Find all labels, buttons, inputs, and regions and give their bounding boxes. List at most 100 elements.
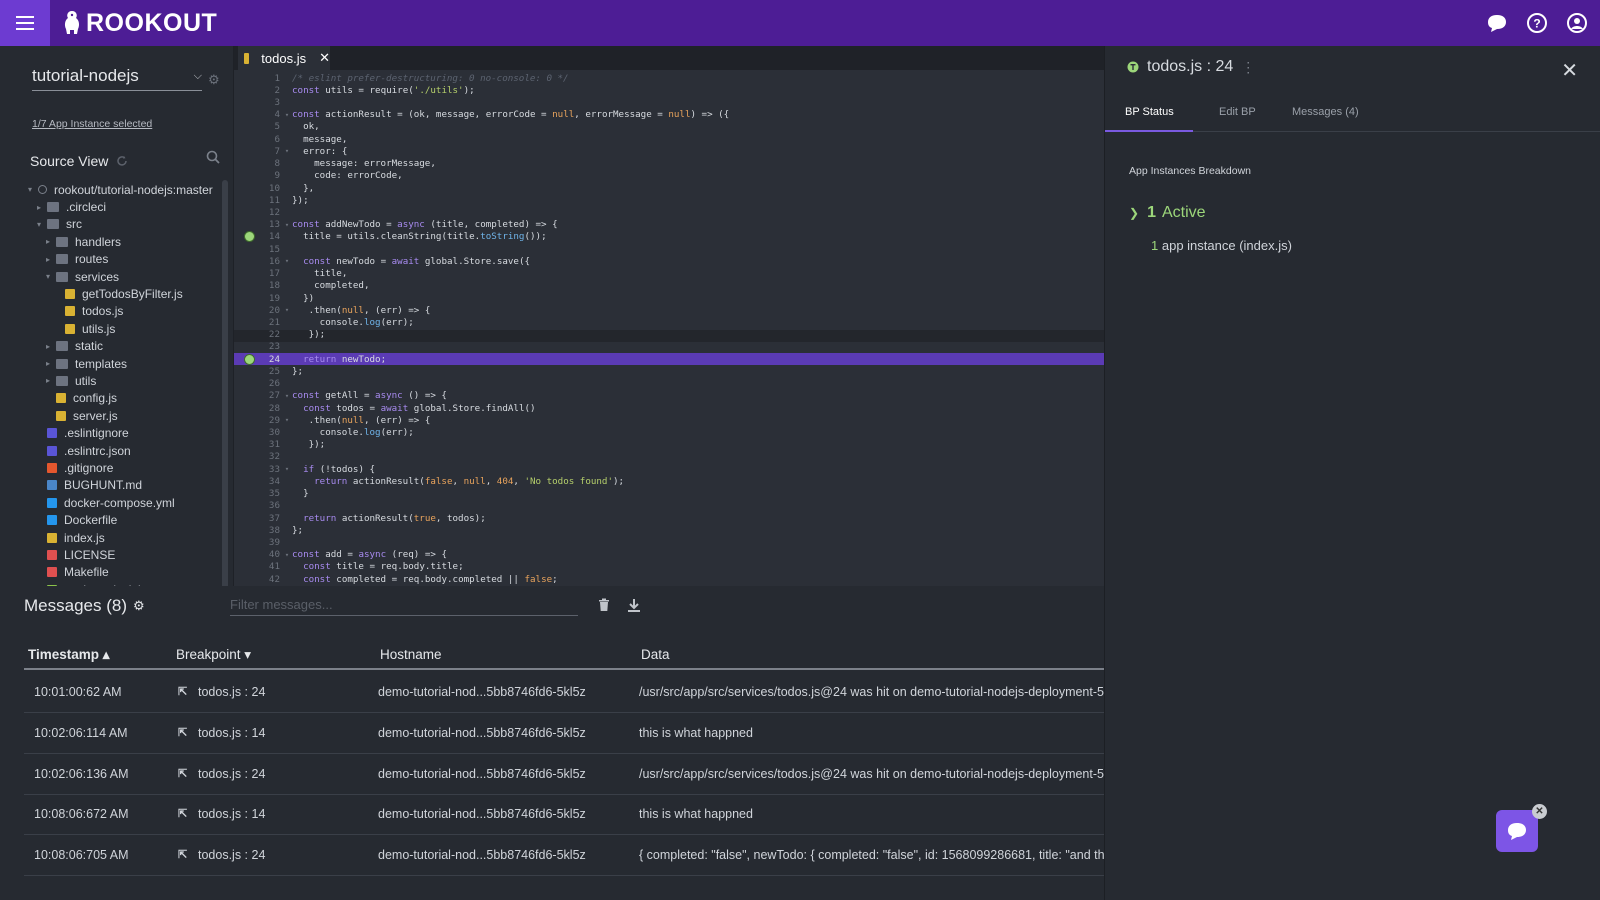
- gear-icon[interactable]: ⚙: [208, 72, 220, 88]
- line-number[interactable]: 24: [234, 354, 282, 365]
- tree-item[interactable]: ▸ .circleci: [28, 198, 228, 215]
- kebab-menu-icon[interactable]: ⋮: [1241, 59, 1255, 76]
- line-number[interactable]: 19: [234, 293, 282, 304]
- tree-item[interactable]: ▸ handlers: [28, 233, 228, 250]
- line-number[interactable]: 35: [234, 488, 282, 499]
- tree-item[interactable]: index.js: [28, 529, 228, 546]
- line-number[interactable]: 36: [234, 500, 282, 511]
- tree-item[interactable]: docker-compose.yml: [28, 494, 228, 511]
- code-line[interactable]: 30 console.log(err);: [234, 426, 1104, 438]
- arrow-up-left-icon[interactable]: ⇱: [178, 848, 187, 861]
- line-number[interactable]: 39: [234, 537, 282, 548]
- code-line[interactable]: 29 ▾ .then(null, (err) => {: [234, 414, 1104, 426]
- tree-item[interactable]: ▾ src: [28, 216, 228, 233]
- tree-item[interactable]: ▾ rookout/tutorial-nodejs:master: [28, 181, 228, 198]
- collapsed-arrow-icon[interactable]: ▸: [46, 255, 56, 264]
- code-line[interactable]: 16 ▾ const newTodo = await global.Store.s…: [234, 255, 1104, 267]
- line-number[interactable]: 23: [234, 341, 282, 352]
- collapsed-arrow-icon[interactable]: ▸: [46, 342, 56, 351]
- arrow-up-left-icon[interactable]: ⇱: [178, 685, 187, 698]
- code-line[interactable]: 5 ok,: [234, 121, 1104, 133]
- line-number[interactable]: 25: [234, 366, 282, 377]
- tree-item[interactable]: ▸ utils: [28, 372, 228, 389]
- arrow-up-left-icon[interactable]: ⇱: [178, 807, 187, 820]
- expanded-arrow-icon[interactable]: ▾: [28, 185, 38, 194]
- line-number[interactable]: 9: [234, 170, 282, 181]
- line-number[interactable]: 4: [234, 109, 282, 120]
- close-icon[interactable]: ✕: [1561, 58, 1578, 83]
- line-number[interactable]: 30: [234, 427, 282, 438]
- table-row[interactable]: 10:02:06:136 AM ⇱ todos.js : 24 demo-tutor…: [24, 754, 1104, 795]
- tree-item[interactable]: Makefile: [28, 564, 228, 581]
- fold-arrow-icon[interactable]: ▾: [282, 465, 292, 473]
- code-line[interactable]: 22 });: [234, 329, 1104, 341]
- help-icon[interactable]: ?: [1526, 12, 1548, 34]
- active-instance-item[interactable]: 1 app instance (index.js): [1151, 238, 1292, 253]
- line-number[interactable]: 2: [234, 85, 282, 96]
- code-line[interactable]: 27 ▾ const getAll = async () => {: [234, 390, 1104, 402]
- trash-icon[interactable]: [598, 598, 610, 617]
- expanded-arrow-icon[interactable]: ▾: [46, 272, 56, 281]
- code-line[interactable]: 20 ▾ .then(null, (err) => {: [234, 304, 1104, 316]
- code-line[interactable]: 14 title = utils.cleanString(title.toStr…: [234, 231, 1104, 243]
- code-line[interactable]: 9 code: errorCode,: [234, 170, 1104, 182]
- line-number[interactable]: 14: [234, 231, 282, 242]
- tree-item[interactable]: utils.js: [28, 320, 228, 337]
- close-chat-icon[interactable]: ✕: [1532, 804, 1547, 819]
- line-number[interactable]: 42: [234, 574, 282, 585]
- fold-arrow-icon[interactable]: ▾: [282, 257, 292, 265]
- line-number[interactable]: 5: [234, 121, 282, 132]
- tree-item[interactable]: ▸ templates: [28, 355, 228, 372]
- column-header-timestamp[interactable]: Timestamp ▴: [28, 647, 110, 663]
- code-line[interactable]: 21 console.log(err);: [234, 316, 1104, 328]
- code-line[interactable]: 13 ▾ const addNewTodo = async (title, comp…: [234, 219, 1104, 231]
- line-number[interactable]: 22: [234, 329, 282, 340]
- line-number[interactable]: 21: [234, 317, 282, 328]
- table-row[interactable]: 10:02:06:114 AM ⇱ todos.js : 14 demo-tutor…: [24, 713, 1104, 754]
- code-line[interactable]: 15: [234, 243, 1104, 255]
- account-icon[interactable]: [1566, 12, 1588, 34]
- tree-item[interactable]: config.js: [28, 390, 228, 407]
- code-line[interactable]: 28 const todos = await global.Store.find…: [234, 402, 1104, 414]
- code-line[interactable]: 7 ▾ error: {: [234, 145, 1104, 157]
- line-number[interactable]: 8: [234, 158, 282, 169]
- tree-item[interactable]: todos.js: [28, 303, 228, 320]
- filter-messages-input[interactable]: [230, 594, 578, 616]
- download-icon[interactable]: [627, 598, 641, 617]
- code-line[interactable]: 2 const utils = require('./utils');: [234, 84, 1104, 96]
- line-number[interactable]: 33: [234, 464, 282, 475]
- collapsed-arrow-icon[interactable]: ▸: [46, 359, 56, 368]
- line-number[interactable]: 20: [234, 305, 282, 316]
- code-line[interactable]: 17 title,: [234, 268, 1104, 280]
- table-row[interactable]: 10:08:06:705 AM ⇱ todos.js : 24 demo-tutor…: [24, 835, 1104, 877]
- arrow-up-left-icon[interactable]: ⇱: [178, 726, 187, 739]
- line-number[interactable]: 13: [234, 219, 282, 230]
- menu-icon[interactable]: [0, 0, 50, 46]
- code-line[interactable]: 11});: [234, 194, 1104, 206]
- collapsed-arrow-icon[interactable]: ▸: [46, 376, 56, 385]
- fold-arrow-icon[interactable]: ▾: [282, 551, 292, 559]
- code-line[interactable]: 19 }): [234, 292, 1104, 304]
- line-number[interactable]: 26: [234, 378, 282, 389]
- line-number[interactable]: 38: [234, 525, 282, 536]
- tree-item[interactable]: .eslintrc.json: [28, 442, 228, 459]
- expanded-arrow-icon[interactable]: ▾: [37, 220, 47, 229]
- column-header-breakpoint[interactable]: Breakpoint ▾: [176, 647, 251, 663]
- fold-arrow-icon[interactable]: ▾: [282, 306, 292, 314]
- code-line[interactable]: 37 return actionResult(true, todos);: [234, 512, 1104, 524]
- code-line[interactable]: 1 /* eslint prefer-destructuring: 0 no-co…: [234, 72, 1104, 84]
- app-selector[interactable]: tutorial-nodejs ⌵: [32, 66, 202, 91]
- table-row[interactable]: 10:01:00:62 AM ⇱ todos.js : 24 demo-tutori…: [24, 672, 1104, 713]
- tree-item[interactable]: ▾ services: [28, 268, 228, 285]
- line-number[interactable]: 28: [234, 403, 282, 414]
- app-instances-link[interactable]: 1/7 App Instance selected: [32, 118, 152, 130]
- line-number[interactable]: 41: [234, 561, 282, 572]
- fold-arrow-icon[interactable]: ▾: [282, 147, 292, 155]
- support-chat-button[interactable]: [1496, 810, 1538, 852]
- line-number[interactable]: 40: [234, 549, 282, 560]
- code-line[interactable]: 34 return actionResult(false, null, 404,…: [234, 475, 1104, 487]
- tree-item[interactable]: ▸ routes: [28, 251, 228, 268]
- tree-item[interactable]: BUGHUNT.md: [28, 477, 228, 494]
- code-line[interactable]: 24 return newTodo;: [234, 353, 1104, 366]
- code-line[interactable]: 4 ▾ const actionResult = (ok, message, err…: [234, 109, 1104, 121]
